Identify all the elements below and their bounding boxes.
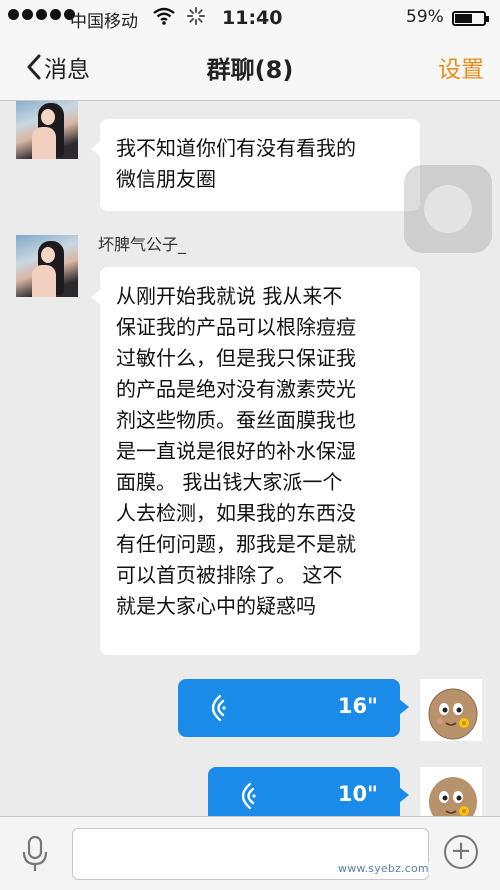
message-bubble[interactable]: 从刚开始我就说 我从来不 保证我的产品可以根除痘痘 过敏什么，但是我只保证我 的… xyxy=(91,267,420,655)
page-title: 群聊(8) xyxy=(206,56,294,84)
clock: 11:40 xyxy=(222,7,283,29)
nav-bar: 消息 群聊(8) 设置 xyxy=(0,36,500,101)
voice-duration: 16" xyxy=(337,694,378,718)
potato-avatar-icon xyxy=(428,688,478,740)
sender-name: 坏脾气公子_ xyxy=(98,235,187,254)
settings-button[interactable]: 设置 xyxy=(438,50,484,84)
assistive-touch-button[interactable] xyxy=(404,165,492,253)
battery-fill xyxy=(455,14,472,23)
add-attachment-button[interactable]: + xyxy=(444,835,478,869)
voice-wave-icon xyxy=(241,782,256,810)
battery-percent: 59% xyxy=(406,7,444,27)
potato-avatar-icon xyxy=(429,777,477,816)
avatar[interactable] xyxy=(420,679,482,741)
avatar[interactable] xyxy=(16,235,78,297)
carrier-name: 中国移动 xyxy=(70,12,138,32)
voice-wave-icon xyxy=(211,694,226,722)
voice-message[interactable]: 16" xyxy=(178,679,409,737)
message-text: 从刚开始我就说 我从来不 保证我的产品可以根除痘痘 过敏什么，但是我只保证我 的… xyxy=(116,284,356,618)
status-bar: 中国移动 11:40 59% xyxy=(0,0,500,36)
avatar[interactable] xyxy=(16,101,78,159)
voice-message[interactable]: 10" xyxy=(208,767,409,816)
message-text: 我不知道你们有没有看我的 微信朋友圈 xyxy=(116,136,356,191)
avatar[interactable] xyxy=(420,767,482,816)
wifi-icon xyxy=(152,6,176,31)
input-bar: + xyxy=(0,816,500,890)
microphone-icon[interactable] xyxy=(20,835,50,873)
voice-duration: 10" xyxy=(337,782,378,806)
watermark: www.syebz.com xyxy=(336,862,431,875)
message-bubble[interactable]: 我不知道你们有没有看我的 微信朋友圈 xyxy=(91,119,420,211)
activity-spinner-icon xyxy=(186,6,206,31)
signal-strength-icon xyxy=(8,9,75,20)
battery-icon xyxy=(452,11,489,26)
